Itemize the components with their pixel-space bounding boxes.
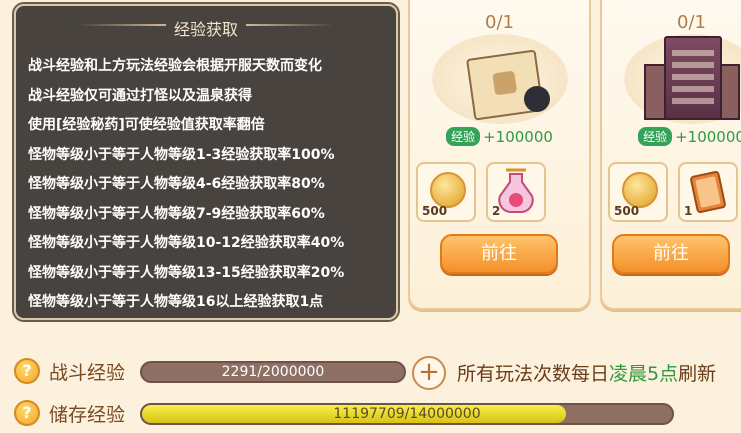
building-wing-left [644, 64, 666, 120]
reward-item-potion[interactable]: 2 [486, 162, 546, 222]
reward-item-gold-coin[interactable]: 500 [608, 162, 668, 222]
item-qty: 500 [422, 204, 448, 218]
refresh-note: 所有玩法次数每日凌晨5点刷新 [457, 359, 716, 386]
tooltip-line: 怪物等级小于等于人物等级13-15经验获取率20% [28, 264, 345, 281]
title-ornament-right [246, 24, 334, 26]
tooltip-line: 使用[经验秘药]可使经验值获取率翻倍 [28, 117, 265, 133]
reward-item-gold-coin[interactable]: 500 [416, 162, 476, 222]
tooltip-line: 战斗经验和上方玩法经验会根据开服天数而变化 [28, 58, 322, 74]
exp-badge: 经验 [446, 127, 481, 146]
help-icon[interactable]: ? [14, 400, 40, 426]
tooltip-line: 怪物等级小于等于人物等级7-9经验获取率60% [28, 205, 325, 222]
refresh-suffix: 刷新 [678, 363, 717, 385]
reward-exp: 经验 +100000 [410, 127, 589, 146]
tooltip-line: 怪物等级小于等于人物等级1-3经验获取率100% [28, 146, 335, 163]
reward-amount: +100000 [483, 128, 553, 146]
refresh-prefix: 所有玩法次数每日 [457, 363, 610, 385]
tooltip-line: 怪物等级小于等于人物等级10-12经验获取率40% [28, 235, 345, 251]
go-button[interactable]: 前往 [440, 234, 558, 274]
tooltip-lines: 战斗经验和上方玩法经验会根据开服天数而变化 战斗经验仅可通过打怪以及温泉获得 使… [28, 52, 386, 318]
stored-exp-label: 储存经验 [49, 404, 126, 426]
item-qty: 2 [492, 204, 501, 218]
certificate-icon [432, 34, 568, 124]
battle-exp-label: 战斗经验 [49, 362, 126, 384]
stored-exp-bar: 11197709/14000000 [140, 403, 674, 425]
gold-coin-icon [430, 172, 466, 208]
stored-exp-row: ? 储存经验 11197709/14000000 [12, 398, 740, 430]
battle-exp-value: 2291/2000000 [221, 364, 325, 380]
refresh-time: 凌晨5点 [609, 363, 679, 385]
reward-exp: 经验 +100000 [602, 127, 741, 146]
tooltip-title: 经验获取 [173, 20, 238, 39]
tooltip-line: 战斗经验仅可通过打怪以及温泉获得 [28, 87, 252, 104]
building-icon [624, 34, 741, 124]
tooltip-line: 怪物等级小于等于人物等级4-6经验获取率80% [28, 176, 325, 192]
stored-exp-value: 11197709/14000000 [333, 406, 481, 422]
inkwell-icon [524, 86, 550, 112]
add-exp-button[interactable]: + [412, 356, 446, 390]
gold-coin-icon [622, 172, 658, 208]
exp-info-tooltip: 经验获取 战斗经验和上方玩法经验会根据开服天数而变化 战斗经验仅可通过打怪以及温… [14, 4, 398, 320]
building-main [664, 36, 722, 120]
exp-badge: 经验 [638, 127, 673, 146]
task-card-2: 0/1 经验 +100000 500 1 前往 [600, 0, 741, 310]
card-progress: 0/1 [677, 12, 706, 33]
reward-amount: +100000 [675, 128, 741, 146]
task-card-1: 0/1 经验 +100000 500 2 前往 [408, 0, 591, 310]
battle-exp-row: ? 战斗经验 2291/2000000 + 所有玩法次数每日凌晨5点刷新 [12, 356, 740, 390]
exp-panel: 0/1 经验 +100000 500 2 前往 0/1 经验 +100000 5… [0, 0, 741, 433]
reward-item-book[interactable]: 1 [678, 162, 738, 222]
item-qty: 1 [684, 204, 693, 218]
card-progress: 0/1 [485, 12, 514, 33]
battle-exp-bar: 2291/2000000 [140, 361, 406, 383]
go-button[interactable]: 前往 [612, 234, 730, 274]
item-qty: 500 [614, 204, 640, 218]
help-icon[interactable]: ? [14, 358, 40, 384]
tooltip-line: 怪物等级小于等于人物等级16以上经验获取1点 [28, 294, 324, 310]
